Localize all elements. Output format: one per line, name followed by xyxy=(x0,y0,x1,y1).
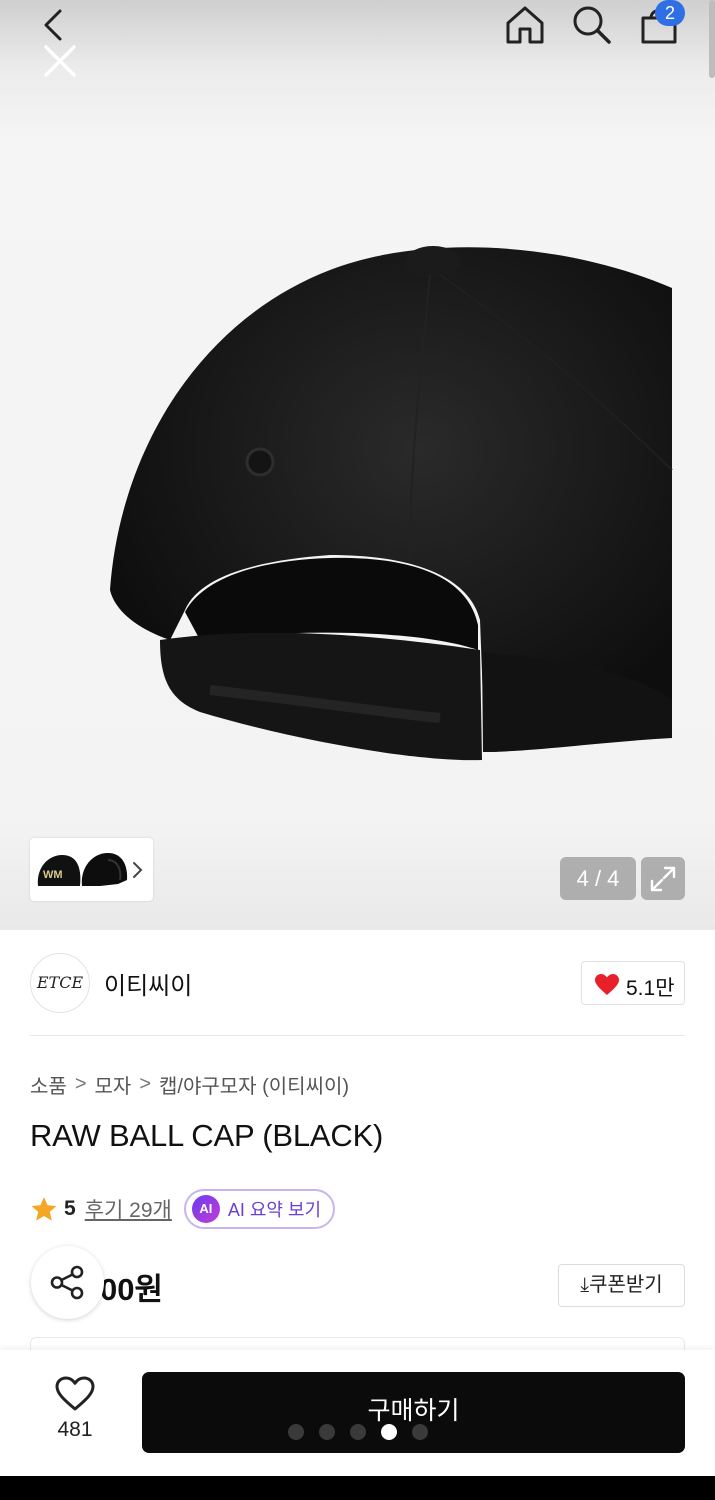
image-counter: 4 / 4 xyxy=(560,857,636,900)
ai-summary-label: AI 요약 보기 xyxy=(227,1200,322,1220)
brand-logo[interactable]: ETCE xyxy=(30,953,90,1013)
scroll-indicator xyxy=(709,0,715,78)
fullscreen-button[interactable] xyxy=(641,857,685,900)
image-pager-dots xyxy=(288,1424,428,1440)
close-icon[interactable] xyxy=(42,43,78,79)
wishlist-count: 481 xyxy=(57,1418,93,1441)
ai-badge-icon: AI xyxy=(191,1195,220,1223)
cart-count-badge: 2 xyxy=(655,0,685,26)
breadcrumb-separator: > xyxy=(139,1073,151,1095)
pager-dot[interactable] xyxy=(319,1424,335,1440)
search-icon[interactable] xyxy=(571,4,613,46)
brand-name[interactable]: 이티씨이 xyxy=(104,966,192,1001)
rating-row: 5 후기 29개 AI AI 요약 보기 xyxy=(30,1189,336,1229)
divider xyxy=(30,1035,685,1036)
heart-outline-icon xyxy=(55,1376,95,1411)
breadcrumb-separator: > xyxy=(74,1073,87,1095)
share-icon xyxy=(50,1265,84,1300)
share-button[interactable] xyxy=(31,1246,104,1319)
pager-dot[interactable] xyxy=(350,1424,366,1440)
reviews-link[interactable]: 후기 29개 xyxy=(85,1194,172,1224)
color-variant-thumbnail[interactable]: WM xyxy=(30,838,153,901)
pager-dot-active[interactable] xyxy=(381,1424,397,1440)
chevron-right-icon xyxy=(133,862,143,878)
breadcrumb-item[interactable]: 캡/야구모자 (이티씨이) xyxy=(159,1070,349,1099)
product-photo xyxy=(110,246,673,761)
product-price: 00원 xyxy=(100,1272,164,1307)
breadcrumb: 소품 > 모자 > 캡/야구모자 (이티씨이) xyxy=(30,1070,349,1099)
expand-icon xyxy=(650,866,676,892)
coupon-button[interactable]: ⤓쿠폰받기 xyxy=(558,1264,685,1307)
ai-summary-button[interactable]: AI AI 요약 보기 xyxy=(183,1189,336,1229)
home-icon[interactable] xyxy=(504,4,546,46)
back-icon[interactable] xyxy=(40,8,66,42)
breadcrumb-item[interactable]: 소품 xyxy=(30,1070,67,1099)
pager-dot[interactable] xyxy=(412,1424,428,1440)
system-navigation-bar xyxy=(0,1476,715,1500)
pager-dot[interactable] xyxy=(288,1424,304,1440)
brand-like-count: 5.1만 xyxy=(626,977,675,1000)
brand-like-button[interactable]: 5.1만 xyxy=(581,961,685,1005)
breadcrumb-item[interactable]: 모자 xyxy=(95,1070,132,1099)
thumbnail-logo-text: WM xyxy=(43,869,63,881)
product-image-gallery[interactable]: 2 WM 4 / 4 xyxy=(0,0,715,930)
rating-score: 5 xyxy=(64,1197,76,1220)
heart-icon xyxy=(595,974,619,995)
buy-button[interactable]: 구매하기 xyxy=(142,1372,685,1453)
wishlist-button[interactable]: 481 xyxy=(44,1376,106,1442)
star-icon xyxy=(31,1197,57,1221)
product-title: RAW BALL CAP (BLACK) xyxy=(30,1118,384,1153)
